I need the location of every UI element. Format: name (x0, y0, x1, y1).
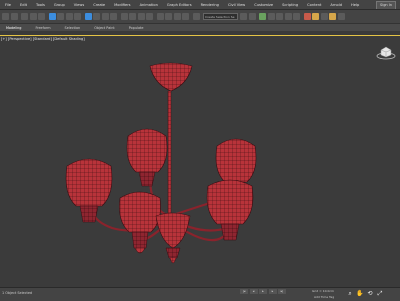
viewport-navigation: ⌕ ✋ ⟲ ⤢ (346, 290, 386, 298)
go-to-start-icon[interactable]: |◂ (240, 289, 248, 294)
perspective-viewport[interactable]: [+] [Perspective] [Standard] [Default Sh… (0, 35, 400, 287)
add-time-tag-button[interactable]: Add Time Tag (314, 295, 334, 299)
go-to-end-icon[interactable]: ▸| (278, 289, 286, 294)
render-setup-icon[interactable] (312, 13, 319, 20)
main-toolbar: Create Selection Se (0, 9, 400, 23)
menu-help[interactable]: Help (351, 3, 359, 7)
pan-icon[interactable]: ✋ (356, 290, 364, 298)
next-frame-icon[interactable]: ▸ (268, 289, 277, 294)
tab-populate[interactable]: Populate (129, 26, 144, 30)
link-icon[interactable] (21, 13, 28, 20)
orbit-icon[interactable]: ⟲ (366, 290, 374, 298)
play-icon[interactable]: ▸ (259, 289, 267, 294)
viewport-label[interactable]: [+] [Perspective] [Standard] [Default Sh… (1, 37, 85, 41)
viewcube-icon[interactable] (376, 45, 396, 61)
menu-file[interactable]: File (5, 3, 11, 7)
toggle-ribbon-icon[interactable] (276, 13, 283, 20)
material-editor-icon[interactable] (303, 13, 311, 20)
select-object-icon[interactable] (48, 13, 56, 20)
tab-object-paint[interactable]: Object Paint (94, 26, 115, 30)
menu-rendering[interactable]: Rendering (201, 3, 219, 7)
spinner-snap-icon[interactable] (182, 13, 189, 20)
schematic-view-icon[interactable] (293, 13, 300, 20)
ribbon-tabs: Modeling Freeform Selection Object Paint… (0, 23, 400, 31)
undo-icon[interactable] (2, 13, 9, 20)
snap-toggle-icon[interactable] (156, 13, 164, 20)
render-production-icon[interactable] (329, 13, 336, 20)
menu-tools[interactable]: Tools (36, 3, 45, 7)
manipulate-icon[interactable] (137, 13, 145, 20)
menu-group[interactable]: Group (54, 3, 65, 7)
bind-space-warp-icon[interactable] (38, 13, 45, 20)
menu-modifiers[interactable]: Modifiers (114, 3, 130, 7)
menu-scripting[interactable]: Scripting (282, 3, 298, 7)
redo-icon[interactable] (10, 13, 18, 20)
edit-named-selection-icon[interactable] (192, 13, 200, 20)
tab-modeling[interactable]: Modeling (6, 26, 21, 30)
rendered-frame-window-icon[interactable] (320, 13, 328, 20)
zoom-icon[interactable]: ⌕ (346, 290, 354, 298)
menu-views[interactable]: Views (74, 3, 84, 7)
menu-bar: File Edit Tools Group Views Create Modif… (0, 0, 400, 10)
menu-customize[interactable]: Customize (254, 3, 273, 7)
tab-selection[interactable]: Selection (65, 26, 81, 30)
rotate-icon[interactable] (93, 13, 100, 20)
menu-civil-view[interactable]: Civil View (228, 3, 245, 7)
menu-animation[interactable]: Animation (140, 3, 158, 7)
animation-controls: |◂ ◂ ▸ ▸ ▸| (240, 289, 288, 294)
angle-snap-icon[interactable] (165, 13, 172, 20)
select-by-name-icon[interactable] (57, 13, 64, 20)
scale-icon[interactable] (101, 13, 109, 20)
chandelier-model[interactable] (0, 36, 400, 288)
scene-explorer-icon[interactable] (259, 13, 266, 20)
menu-edit[interactable]: Edit (20, 3, 27, 7)
keyboard-shortcut-icon[interactable] (146, 13, 153, 20)
grid-readout: Grid = 10.0cm (312, 289, 334, 293)
tab-freeform[interactable]: Freeform (35, 26, 50, 30)
status-bar: 1 Object Selected |◂ ◂ ▸ ▸ ▸| Grid = 10.… (0, 287, 400, 301)
previous-frame-icon[interactable]: ◂ (249, 289, 258, 294)
placement-icon[interactable] (110, 13, 117, 20)
status-prompt: 1 Object Selected (2, 291, 33, 295)
mirror-icon[interactable] (240, 13, 247, 20)
maximize-viewport-icon[interactable]: ⤢ (376, 290, 384, 298)
menu-graph-editors[interactable]: Graph Editors (167, 3, 192, 7)
reference-coordinate-icon[interactable] (120, 13, 128, 20)
selection-region-icon[interactable] (65, 13, 73, 20)
selection-set-dropdown[interactable]: Create Selection Se (203, 13, 238, 20)
menu-arnold[interactable]: Arnold (330, 3, 342, 7)
menu-content[interactable]: Content (307, 3, 321, 7)
layer-explorer-icon[interactable] (267, 13, 275, 20)
align-icon[interactable] (248, 13, 256, 20)
menu-create[interactable]: Create (93, 3, 105, 7)
curve-editor-icon[interactable] (284, 13, 292, 20)
pivot-center-icon[interactable] (129, 13, 136, 20)
move-icon[interactable] (84, 13, 92, 20)
percent-snap-icon[interactable] (173, 13, 181, 20)
unlink-icon[interactable] (29, 13, 37, 20)
window-crossing-icon[interactable] (74, 13, 81, 20)
render-iterative-icon[interactable] (337, 13, 345, 20)
